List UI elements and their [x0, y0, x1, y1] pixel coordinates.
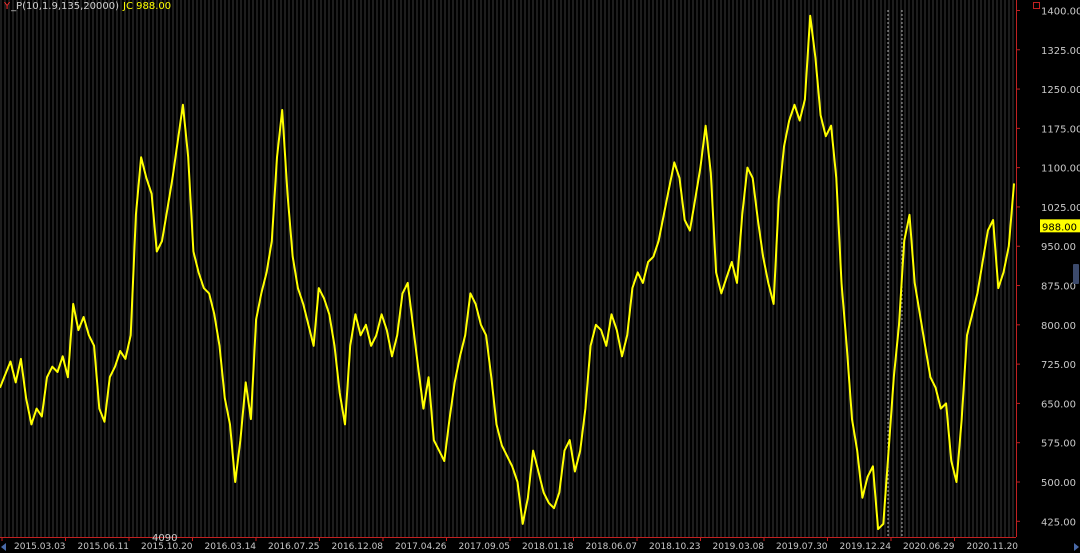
y-tick-label: 1100.00 [1041, 164, 1080, 175]
x-tick-label: 2019.07.30 [776, 542, 828, 552]
last-value-label: 988.00 [1042, 222, 1077, 233]
y-tick-label: 725.00 [1041, 360, 1076, 371]
y-tick-label: 1175.00 [1041, 124, 1080, 135]
y-axis-ticks: 425.00 500.00 575.00 650.00 725.00 800.00 875.… [1016, 6, 1080, 528]
scroll-left-arrow-icon[interactable] [1, 543, 6, 551]
y-tick-label: 575.00 [1041, 439, 1076, 450]
y-tick-label: 875.00 [1041, 282, 1076, 293]
x-tick-label: 2018.10.23 [649, 542, 701, 552]
last-value-marker: 988.00 [1040, 219, 1080, 233]
price-series [0, 14, 1015, 531]
low-annotation: 4090 [152, 533, 177, 544]
x-tick-label: 2015.03.03 [14, 542, 66, 552]
period-separators [887, 10, 903, 537]
window-corner-button[interactable] [1033, 2, 1040, 9]
y-tick-label: 425.00 [1041, 517, 1076, 528]
x-tick-label: 2016.12.08 [332, 542, 384, 552]
x-tick-label: 2015.06.11 [78, 542, 130, 552]
y-tick-label: 950.00 [1041, 242, 1076, 253]
x-tick-label: 2020.06.29 [903, 542, 955, 552]
y-tick-label: 800.00 [1041, 321, 1076, 332]
y-tick-label: 1025.00 [1041, 203, 1080, 214]
x-tick-label: 2016.03.14 [205, 542, 257, 552]
indicator-name: _P(10,1.9,135,20000) [11, 1, 120, 12]
scroll-right-arrow-icon[interactable] [1074, 543, 1079, 551]
x-tick-label: 2019.12.24 [840, 542, 892, 552]
indicator-mark: Y [4, 1, 11, 12]
y-tick-label: 1250.00 [1041, 85, 1080, 96]
series-line [0, 14, 1015, 531]
price-scale-handle[interactable] [1073, 264, 1079, 284]
y-tick-label: 1325.00 [1041, 46, 1080, 57]
y-tick-label: 1400.00 [1041, 6, 1080, 17]
y-tick-label: 650.00 [1041, 399, 1076, 410]
x-tick-label: 2019.03.08 [713, 542, 765, 552]
price-chart[interactable]: 425.00 500.00 575.00 650.00 725.00 800.00 875.… [0, 0, 1080, 553]
x-tick-label: 2016.07.25 [268, 542, 320, 552]
x-tick-label: 2020.11.20 [967, 542, 1019, 552]
x-tick-label: 2017.09.05 [459, 542, 511, 552]
series-label: JC 988.00 [123, 1, 172, 12]
y-tick-label: 500.00 [1041, 478, 1076, 489]
x-tick-label: 2018.01.18 [522, 542, 574, 552]
x-tick-label: 2018.06.07 [586, 542, 638, 552]
x-tick-label: 2017.04.26 [395, 542, 447, 552]
indicator-header: Y_P(10,1.9,135,20000) JC 988.00 [4, 1, 171, 12]
